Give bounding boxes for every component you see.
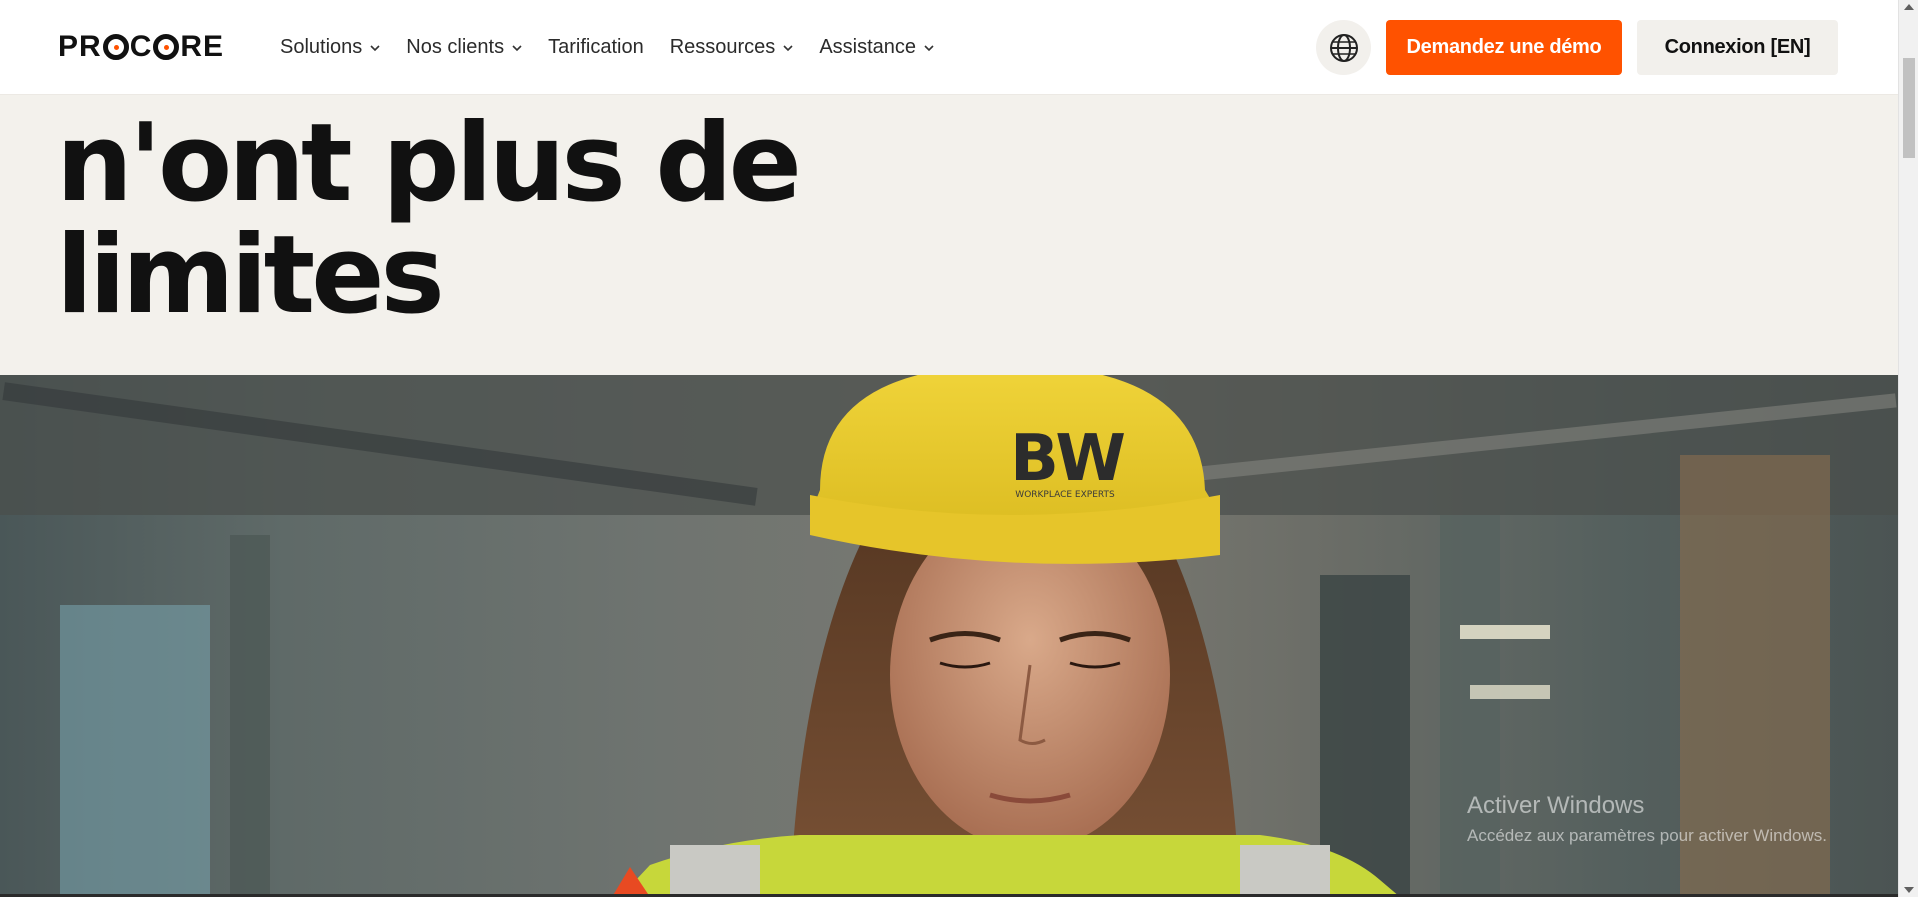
chevron-down-icon — [783, 44, 793, 51]
helmet-subtext: WORKPLACE EXPERTS — [1015, 490, 1115, 500]
watermark-subtitle: Accédez aux paramètres pour activer Wind… — [1467, 826, 1827, 845]
language-button[interactable] — [1316, 20, 1371, 75]
nav-solutions[interactable]: Solutions — [280, 28, 380, 68]
main-nav: Solutions Nos clients Tarification Resso… — [280, 0, 960, 95]
login-button[interactable]: Connexion [EN] — [1637, 20, 1838, 75]
nav-assistance[interactable]: Assistance — [819, 28, 934, 68]
logo-text-pr: PR — [58, 30, 102, 63]
site-header: PR C RE Solutions Nos clients Tarification… — [0, 0, 1898, 95]
nav-nos-clients[interactable]: Nos clients — [406, 28, 522, 68]
nav-ressources[interactable]: Ressources — [670, 28, 794, 68]
logo-text-c: C — [129, 30, 153, 63]
chevron-down-icon — [370, 44, 380, 51]
nav-nos-clients-label: Nos clients — [406, 36, 505, 58]
scroll-down-arrow-icon[interactable] — [1904, 887, 1914, 893]
logo-o-mark-2 — [153, 34, 180, 60]
chevron-down-icon — [512, 44, 522, 51]
hero-heading: n'ont plus de limites — [56, 108, 956, 332]
helmet-logo: BW — [1010, 422, 1126, 496]
logo-text-re: RE — [180, 30, 225, 63]
scroll-thumb[interactable] — [1903, 58, 1915, 158]
watermark-title: Activer Windows — [1467, 792, 1645, 819]
logo-o-mark — [102, 34, 129, 60]
windows-activation-watermark: Activer Windows Accédez aux paramètres p… — [1467, 792, 1827, 846]
scroll-up-arrow-icon[interactable] — [1904, 4, 1914, 10]
nav-assistance-label: Assistance — [819, 36, 917, 58]
procore-logo[interactable]: PR C RE — [58, 30, 225, 63]
page-scrollbar[interactable] — [1898, 0, 1918, 897]
nav-tarification[interactable]: Tarification — [548, 28, 644, 68]
nav-ressources-label: Ressources — [669, 36, 776, 58]
globe-icon — [1329, 33, 1358, 62]
chevron-down-icon — [924, 44, 934, 51]
nav-solutions-label: Solutions — [280, 36, 363, 58]
nav-tarification-label: Tarification — [548, 36, 644, 58]
hero-heading-line-1: n'ont plus de — [56, 101, 802, 226]
request-demo-button[interactable]: Demandez une démo — [1386, 20, 1622, 75]
hero-heading-line-2: limites — [56, 213, 445, 338]
